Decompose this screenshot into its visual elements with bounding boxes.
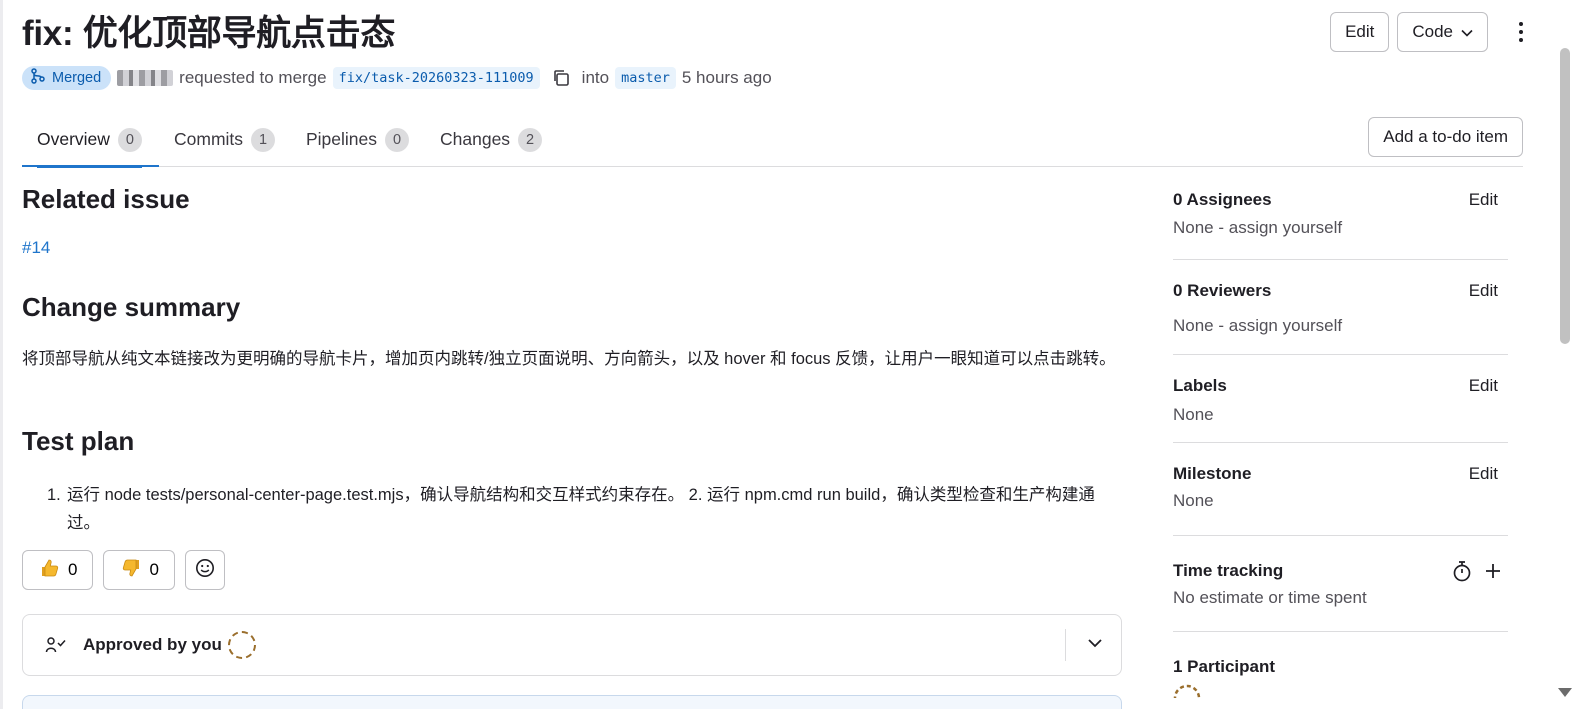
more-actions-icon[interactable]: [1506, 12, 1536, 52]
page-left-edge: [0, 0, 3, 709]
active-tab-indicator: [22, 165, 159, 167]
participants-title: 1 Participant: [1173, 657, 1276, 676]
approvals-widget: Approved by you: [22, 614, 1122, 676]
status-badge: Merged: [22, 66, 112, 90]
time-ago: 5 hours ago: [681, 68, 772, 87]
add-reaction-button[interactable]: [184, 550, 225, 590]
tab-commits[interactable]: Commits 1: [174, 116, 276, 167]
right-sidebar: 0 Assignees Edit None - assign yourself …: [1173, 168, 1508, 709]
chevron-down-icon[interactable]: [1087, 635, 1103, 653]
sidebar-assignees: 0 Assignees Edit None - assign yourself: [1173, 168, 1508, 260]
time-tracking-actions: [1452, 560, 1502, 587]
header-actions: Edit Code: [1330, 12, 1536, 52]
scrollbar-thumb[interactable]: [1560, 48, 1570, 344]
approver-avatar[interactable]: [227, 631, 256, 659]
sidebar-time-tracking: Time tracking No estimate or time spent: [1173, 536, 1508, 632]
approval-user-check-icon: [45, 636, 69, 654]
into-text: into: [581, 68, 610, 87]
scroll-down-arrow-icon[interactable]: [1558, 688, 1572, 697]
code-dropdown-button[interactable]: Code: [1397, 12, 1488, 52]
labels-value: None: [1173, 405, 1214, 424]
tab-overview[interactable]: Overview 0: [37, 116, 142, 168]
copy-icon[interactable]: [550, 67, 572, 89]
milestone-edit-link[interactable]: Edit: [1469, 464, 1498, 484]
add-todo-label: Add a to-do item: [1383, 127, 1508, 146]
award-emoji-bar: 0 0: [22, 550, 225, 590]
thumbs-up-button[interactable]: 0: [22, 550, 94, 590]
change-summary-heading: Change summary: [22, 292, 241, 322]
assignees-title: 0 Assignees: [1173, 190, 1272, 209]
thumbs-down-button[interactable]: 0: [103, 550, 175, 590]
chevron-down-icon: [1461, 22, 1473, 42]
test-plan-heading: Test plan: [22, 426, 135, 456]
source-branch[interactable]: fix/task-20260323-111009: [332, 67, 540, 89]
tab-count: 0: [385, 127, 410, 152]
sidebar-milestone: Milestone Edit None: [1173, 443, 1508, 536]
issue-link[interactable]: #14: [22, 238, 50, 258]
merge-widget-edge: [22, 695, 1122, 709]
tab-label: Pipelines: [306, 129, 378, 149]
tab-count: 0: [117, 127, 142, 152]
sidebar-labels: Labels Edit None: [1173, 355, 1508, 443]
page-title: fix: 优化顶部导航点击态: [22, 14, 396, 53]
labels-edit-link[interactable]: Edit: [1469, 376, 1498, 396]
reviewers-title: 0 Reviewers: [1173, 281, 1272, 300]
thumbs-down-count: 0: [149, 560, 159, 579]
merge-meta-line: Merged requested to merge fix/task-20260…: [22, 66, 772, 90]
sidebar-reviewers: 0 Reviewers Edit None - assign yourself: [1173, 260, 1508, 355]
tab-pipelines[interactable]: Pipelines 0: [306, 116, 410, 167]
smiley-icon: [195, 558, 215, 583]
author-avatar-blurred[interactable]: [117, 70, 174, 86]
thumbs-up-count: 0: [68, 560, 78, 579]
sidebar-participants: 1 Participant: [1173, 632, 1508, 709]
tab-label: Commits: [174, 129, 244, 149]
mr-tabs: Overview 0 Commits 1 Pipelines 0 Changes…: [22, 116, 1523, 168]
tab-label: Overview: [37, 129, 110, 149]
labels-title: Labels: [1173, 376, 1227, 395]
reviewers-edit-link[interactable]: Edit: [1469, 281, 1498, 301]
tab-count: 1: [251, 127, 276, 152]
divider: [1065, 629, 1066, 661]
list-number: 1.: [47, 486, 61, 504]
participant-avatar[interactable]: [1173, 684, 1201, 698]
assignees-edit-link[interactable]: Edit: [1469, 190, 1498, 210]
target-branch[interactable]: master: [615, 67, 676, 89]
tab-count: 2: [518, 127, 543, 152]
thumbs-up-icon: [40, 558, 60, 583]
assignees-value[interactable]: None - assign yourself: [1173, 218, 1342, 238]
related-issue-heading: Related issue: [22, 184, 190, 214]
tab-label: Changes: [440, 129, 511, 149]
edit-button-label: Edit: [1345, 22, 1375, 41]
time-tracking-value: No estimate or time spent: [1173, 588, 1367, 607]
add-todo-button[interactable]: Add a to-do item: [1368, 117, 1523, 157]
change-summary-text: 将顶部导航从纯文本链接改为更明确的导航卡片，增加页内跳转/独立页面说明、方向箭头…: [22, 350, 1116, 368]
approved-by-text: Approved by you: [83, 635, 222, 654]
requested-text: requested to merge: [179, 68, 327, 87]
plus-icon[interactable]: [1484, 562, 1502, 585]
stopwatch-icon[interactable]: [1452, 560, 1472, 587]
edit-button[interactable]: Edit: [1330, 12, 1390, 52]
test-plan-list: 1. 运行 node tests/personal-center-page.te…: [47, 481, 1122, 537]
reviewers-value[interactable]: None - assign yourself: [1173, 316, 1342, 336]
milestone-title: Milestone: [1173, 464, 1252, 483]
time-tracking-title: Time tracking: [1173, 561, 1284, 580]
thumbs-down-icon: [121, 558, 141, 583]
merge-icon: [30, 68, 46, 88]
page-scrollbar[interactable]: [1558, 0, 1578, 709]
status-badge-label: Merged: [52, 70, 102, 86]
milestone-value: None: [1173, 491, 1214, 510]
list-item: 运行 node tests/personal-center-page.test.…: [67, 486, 1095, 532]
code-button-label: Code: [1412, 22, 1453, 41]
tab-changes[interactable]: Changes 2: [440, 116, 543, 167]
